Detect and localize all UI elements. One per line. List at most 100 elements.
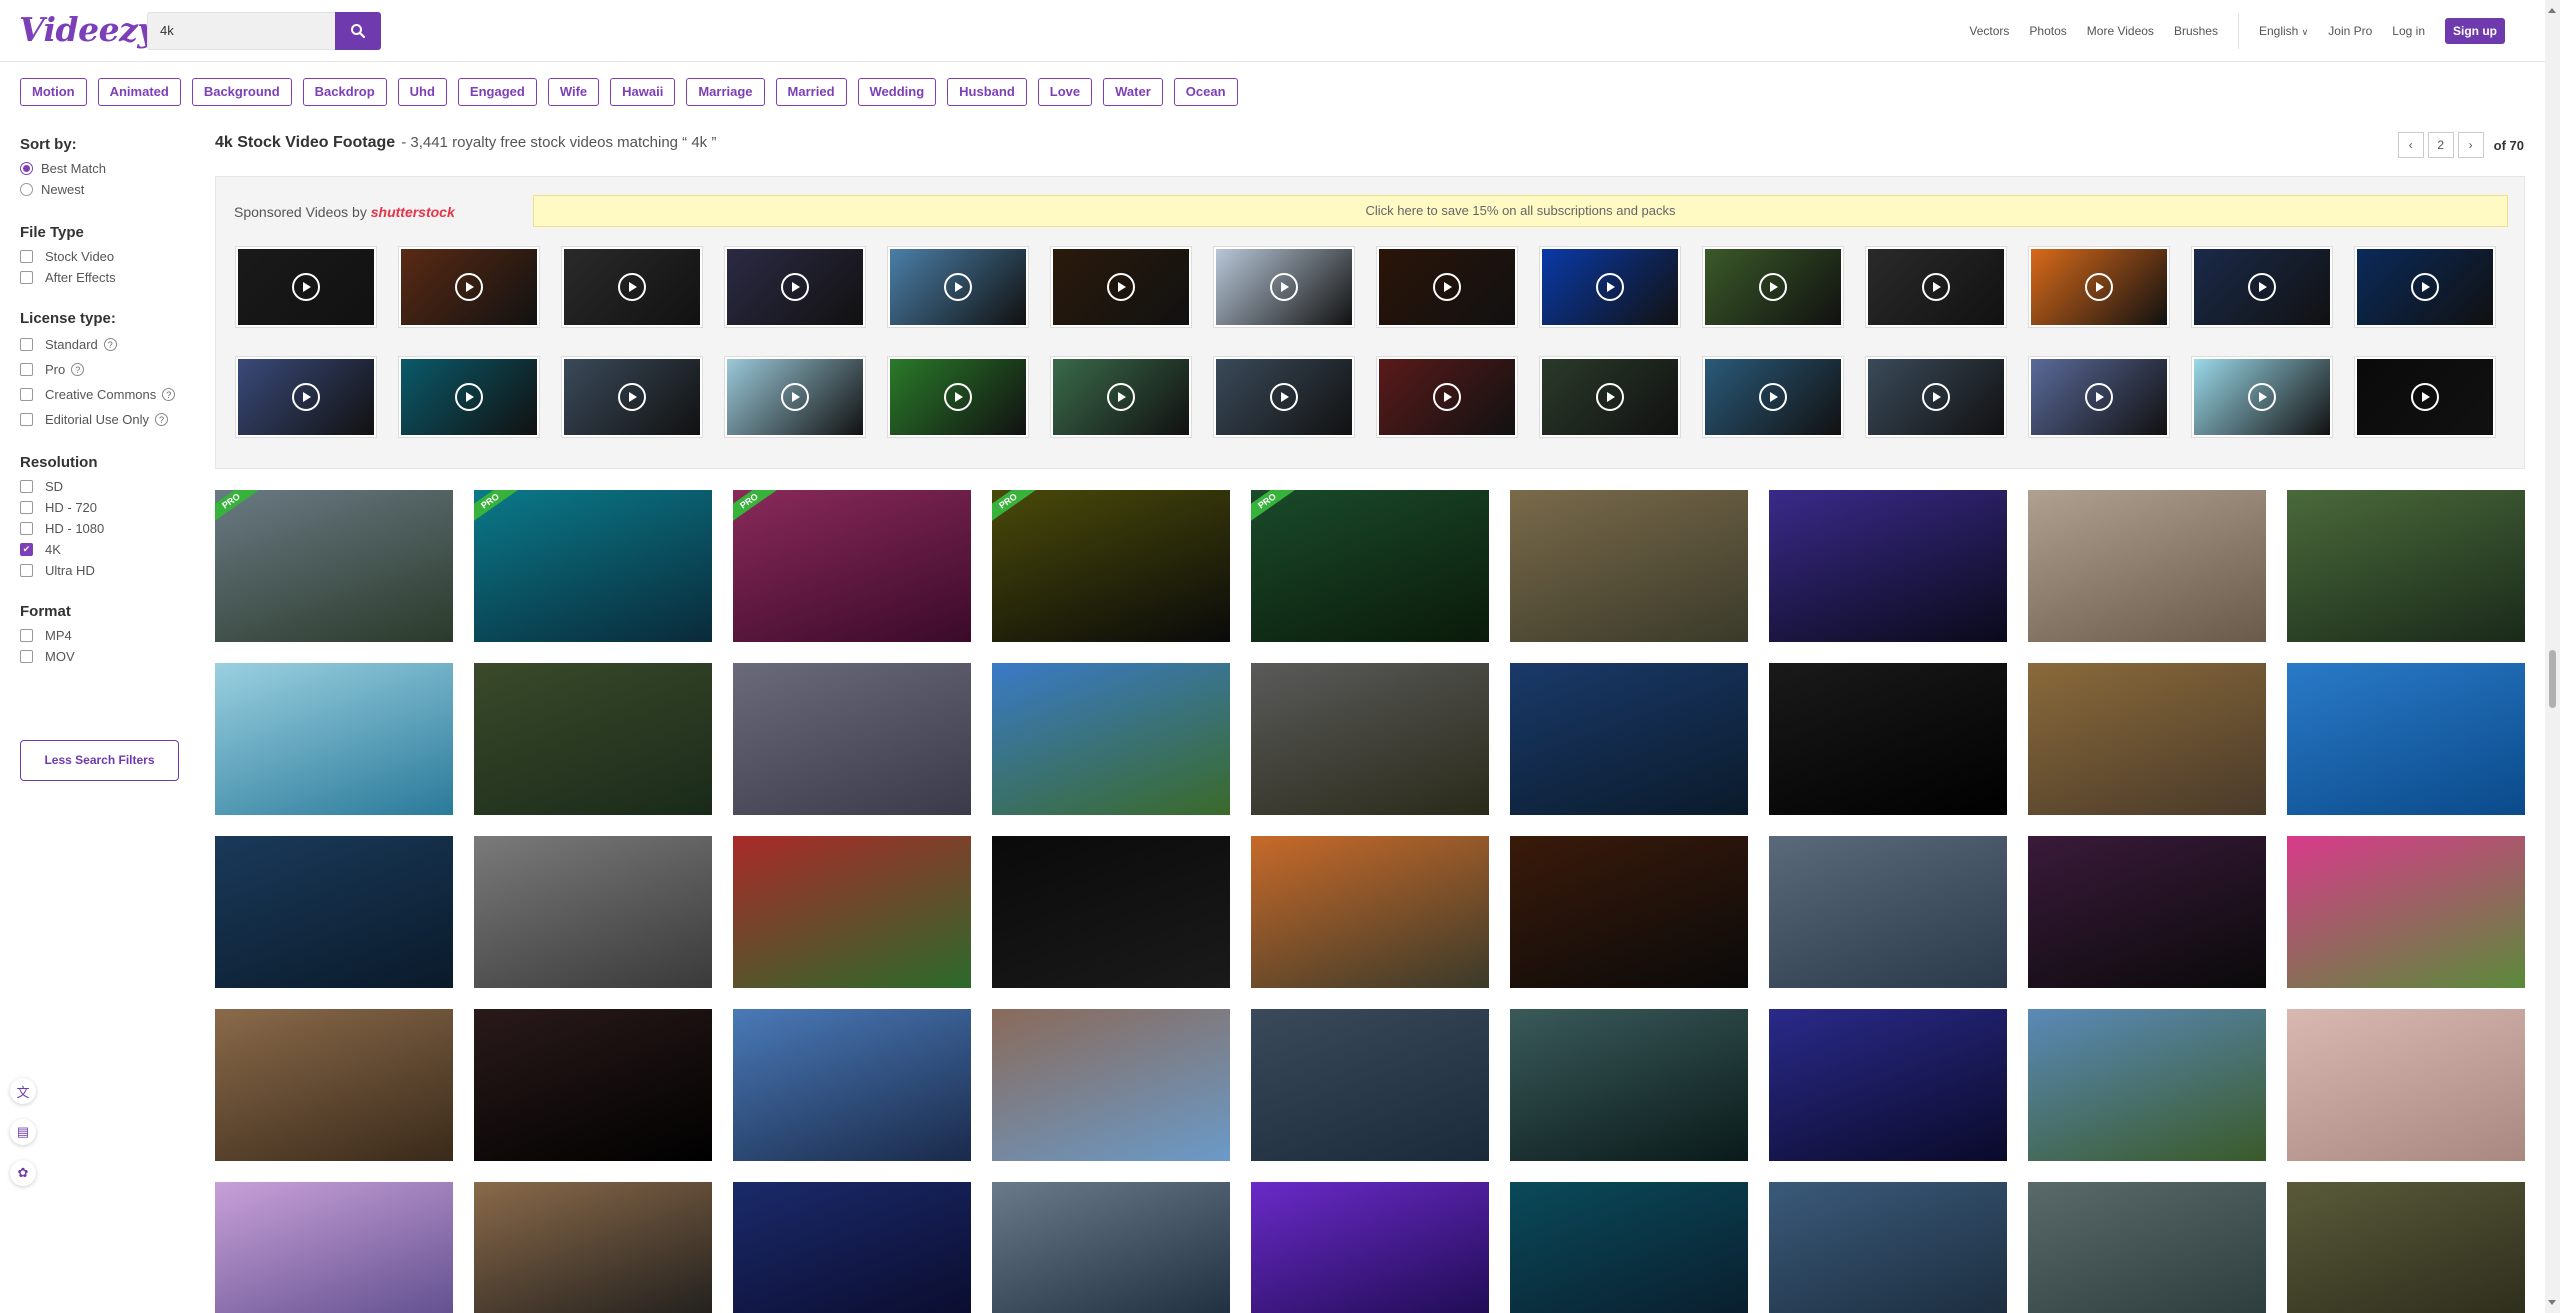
videezy-logo[interactable]: Videezy [19,10,157,49]
filter-mov[interactable]: MOV [20,646,190,667]
nav-more-videos[interactable]: More Videos [2087,24,2154,38]
shutterstock-logo[interactable]: shutterstock [371,204,455,220]
sponsored-video-thumb[interactable] [1214,357,1354,437]
video-thumb[interactable] [2028,1009,2266,1161]
video-thumb[interactable]: PRO [474,490,712,642]
tag-button[interactable]: Marriage [686,78,765,106]
video-thumb[interactable] [1251,663,1489,815]
sponsored-video-thumb[interactable] [1540,357,1680,437]
video-thumb[interactable] [474,1009,712,1161]
video-thumb[interactable] [2028,663,2266,815]
scroll-down-icon[interactable] [2548,1300,2556,1305]
sort-newest[interactable]: Newest [20,179,190,200]
video-thumb[interactable] [1510,663,1748,815]
sponsored-video-thumb[interactable] [725,247,865,327]
tag-button[interactable]: Backdrop [302,78,387,106]
video-thumb[interactable] [474,663,712,815]
sponsored-video-thumb[interactable] [1377,247,1517,327]
scroll-up-icon[interactable] [2548,8,2556,13]
tag-button[interactable]: Love [1037,78,1093,106]
filter-hd-1080[interactable]: HD - 1080 [20,518,190,539]
checkbox[interactable] [20,338,33,351]
video-thumb[interactable] [1769,1009,2007,1161]
filter-ultra-hd[interactable]: Ultra HD [20,560,190,581]
sponsored-video-thumb[interactable] [236,357,376,437]
video-thumb[interactable] [733,1009,971,1161]
sponsored-video-thumb[interactable] [2029,247,2169,327]
sort-best-match[interactable]: Best Match [20,158,190,179]
sponsored-video-thumb[interactable] [1703,357,1843,437]
tag-button[interactable]: Animated [97,78,181,106]
filter-mp4[interactable]: MP4 [20,625,190,646]
video-thumb[interactable] [1510,490,1748,642]
filter-standard[interactable]: Standard? [20,332,190,357]
video-thumb[interactable] [1510,1009,1748,1161]
tag-button[interactable]: Motion [20,78,87,106]
sponsored-video-thumb[interactable] [2192,357,2332,437]
log-in-link[interactable]: Log in [2392,24,2425,38]
join-pro-link[interactable]: Join Pro [2328,24,2372,38]
help-icon[interactable]: ? [162,388,176,401]
tag-button[interactable]: Married [775,78,847,106]
checkbox[interactable] [20,522,33,535]
less-search-filters-button[interactable]: Less Search Filters [20,740,179,781]
sponsored-video-thumb[interactable] [1866,247,2006,327]
filter-editorial[interactable]: Editorial Use Only? [20,407,190,432]
page-scrollbar[interactable] [2545,0,2560,1313]
filter-hd-720[interactable]: HD - 720 [20,497,190,518]
checkbox[interactable] [20,480,33,493]
video-thumb[interactable] [2287,1009,2525,1161]
checkbox[interactable] [20,564,33,577]
sponsored-video-thumb[interactable] [1703,247,1843,327]
tag-button[interactable]: Wedding [857,78,937,106]
sponsored-video-thumb[interactable] [1540,247,1680,327]
sponsored-video-thumb[interactable] [399,247,539,327]
sponsored-video-thumb[interactable] [888,247,1028,327]
nav-vectors[interactable]: Vectors [1969,24,2009,38]
sponsored-video-thumb[interactable] [562,357,702,437]
video-thumb[interactable] [215,663,453,815]
checkbox[interactable] [20,629,33,642]
video-thumb[interactable] [1251,836,1489,988]
video-thumb[interactable] [2028,490,2266,642]
radio-unchecked[interactable] [20,183,33,196]
sponsored-video-thumb[interactable] [888,357,1028,437]
checkbox[interactable] [20,363,33,376]
video-thumb[interactable] [1251,1182,1489,1313]
tag-button[interactable]: Ocean [1173,78,1238,106]
video-thumb[interactable] [1510,1182,1748,1313]
tag-button[interactable]: Wife [547,78,600,106]
video-thumb[interactable] [1769,663,2007,815]
video-thumb[interactable] [733,663,971,815]
checkbox-checked[interactable]: ✔ [20,543,33,556]
sponsored-video-thumb[interactable] [1214,247,1354,327]
checkbox[interactable] [20,413,33,426]
brain-icon[interactable]: ✿ [10,1160,36,1186]
video-thumb[interactable] [992,1182,1230,1313]
help-icon[interactable]: ? [103,338,117,351]
video-thumb[interactable]: PRO [992,490,1230,642]
video-thumb[interactable] [2287,490,2525,642]
sponsored-video-thumb[interactable] [2355,247,2495,327]
sign-up-button[interactable]: Sign up [2445,18,2505,44]
sponsored-video-thumb[interactable] [236,247,376,327]
sponsored-video-thumb[interactable] [725,357,865,437]
sponsored-video-thumb[interactable] [1051,247,1191,327]
search-button[interactable] [335,12,381,50]
filter-pro[interactable]: Pro? [20,357,190,382]
nav-brushes[interactable]: Brushes [2174,24,2218,38]
video-thumb[interactable] [992,1009,1230,1161]
language-select[interactable]: English ∨ [2259,24,2308,38]
video-thumb[interactable] [1769,1182,2007,1313]
checkbox[interactable] [20,650,33,663]
sponsored-video-thumb[interactable] [2029,357,2169,437]
video-thumb[interactable] [215,1182,453,1313]
promo-banner[interactable]: Click here to save 15% on all subscripti… [533,195,2508,227]
tag-button[interactable]: Background [191,78,292,106]
tag-button[interactable]: Uhd [397,78,447,106]
prev-page-button[interactable]: ‹ [2397,132,2424,158]
sponsored-video-thumb[interactable] [562,247,702,327]
video-thumb[interactable] [2028,1182,2266,1313]
video-thumb[interactable]: PRO [215,490,453,642]
sponsored-video-thumb[interactable] [2192,247,2332,327]
